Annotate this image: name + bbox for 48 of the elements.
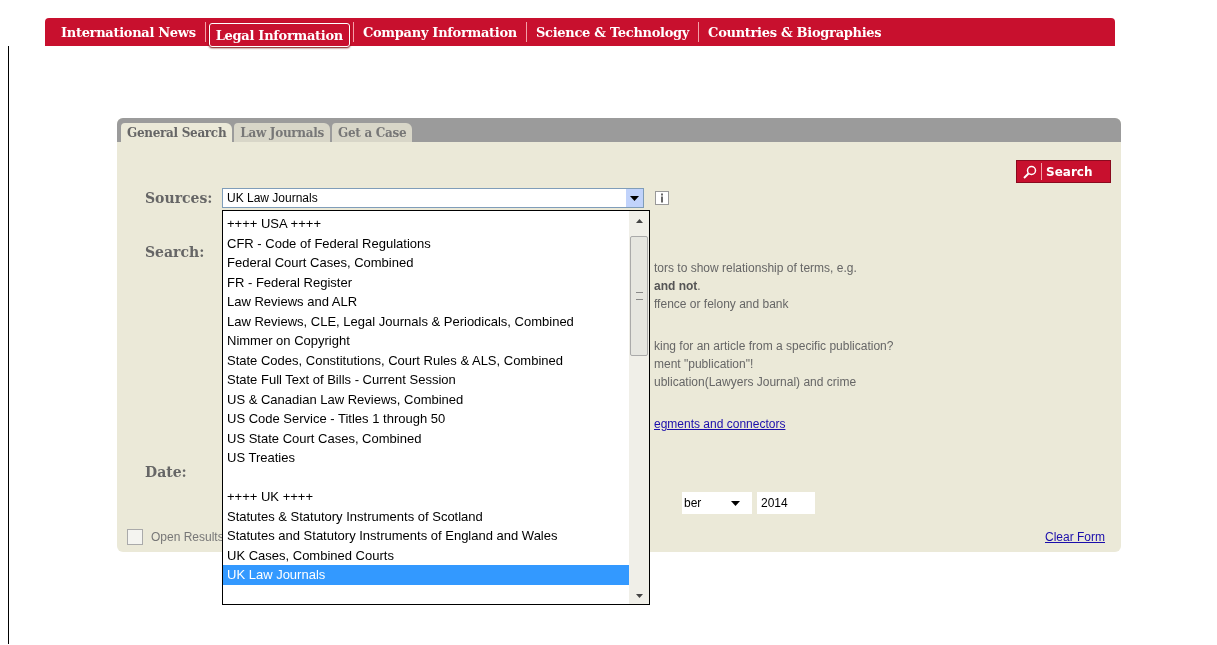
dropdown-button[interactable]	[626, 189, 643, 207]
help-text: ment "publication"!	[654, 356, 755, 373]
list-option[interactable]: FR - Federal Register	[223, 272, 629, 292]
field-label: Date:	[144, 464, 188, 480]
list-option[interactable]: State Codes, Constitutions, Court Rules & ALS, Combined	[223, 350, 629, 370]
nav-link[interactable]: Legal Information	[208, 23, 350, 47]
field-label: Search:	[144, 243, 206, 262]
list-option[interactable]: Federal Court Cases, Combined	[223, 253, 629, 273]
sources-dropdown[interactable]: UK Law Journals	[222, 188, 644, 208]
help-link[interactable]: egments and connectors	[654, 417, 786, 431]
list-option[interactable]: US & Canadian Law Reviews, Combined	[223, 389, 629, 409]
list-option[interactable]: US State Court Cases, Combined	[223, 428, 629, 448]
field-label: Sources:	[144, 190, 214, 206]
info-icon[interactable]	[655, 191, 669, 205]
month-dropdown[interactable]: ber	[682, 492, 752, 514]
list-option[interactable]: Statutes & Statutory Instruments of Scotland	[223, 506, 629, 526]
checkbox-label: Open Results	[151, 530, 224, 544]
list-option[interactable]: Nimmer on Copyright	[223, 331, 629, 351]
help-text: ffence or felony and bank	[654, 296, 790, 313]
tab[interactable]: General Search	[121, 123, 233, 142]
search-icon	[1023, 164, 1037, 179]
year-field[interactable]: 2014	[757, 492, 815, 514]
list-option[interactable]: CFR - Code of Federal Regulations	[223, 233, 629, 253]
nav-link[interactable]: Countries & Biographies	[702, 24, 888, 40]
list-option[interactable]: State Full Text of Bills - Current Session	[223, 370, 629, 390]
search-button[interactable]: Search	[1016, 160, 1111, 183]
nav-link[interactable]: International News	[55, 24, 202, 40]
nav-link[interactable]: Science & Technology	[529, 24, 696, 40]
scroll-up-icon[interactable]	[635, 219, 643, 223]
nav-link[interactable]: Company Information	[356, 24, 523, 40]
group-heading: ++++ UK ++++	[226, 488, 315, 506]
help-text: king for an article from a specific publication?	[654, 338, 894, 355]
clear-form-link[interactable]: Clear Form	[1045, 530, 1105, 544]
list-option[interactable]: Law Reviews, CLE, Legal Journals & Periodicals, Combined	[223, 311, 629, 331]
list-option[interactable]: US Code Service - Titles 1 through 50	[223, 409, 629, 429]
scrollbar[interactable]	[629, 211, 649, 604]
list-option[interactable]: Statutes and Statutory Instruments of England and Wales	[223, 526, 629, 546]
caret-icon	[731, 500, 740, 506]
checkbox[interactable]	[127, 529, 143, 545]
caret-icon	[630, 195, 639, 201]
help-text: and not.	[654, 278, 702, 295]
list-option[interactable]: Law Reviews and ALR	[223, 292, 629, 312]
scroll-down-icon[interactable]	[635, 594, 643, 598]
help-text: ublication(Lawyers Journal) and crime	[654, 374, 858, 391]
help-text: tors to show relationship of terms, e.g.	[654, 260, 858, 277]
list-option[interactable]: UK Cases, Combined Courts	[223, 545, 629, 565]
list-option[interactable]: US Treaties	[223, 448, 629, 468]
group-heading: ++++ USA ++++	[226, 215, 322, 233]
